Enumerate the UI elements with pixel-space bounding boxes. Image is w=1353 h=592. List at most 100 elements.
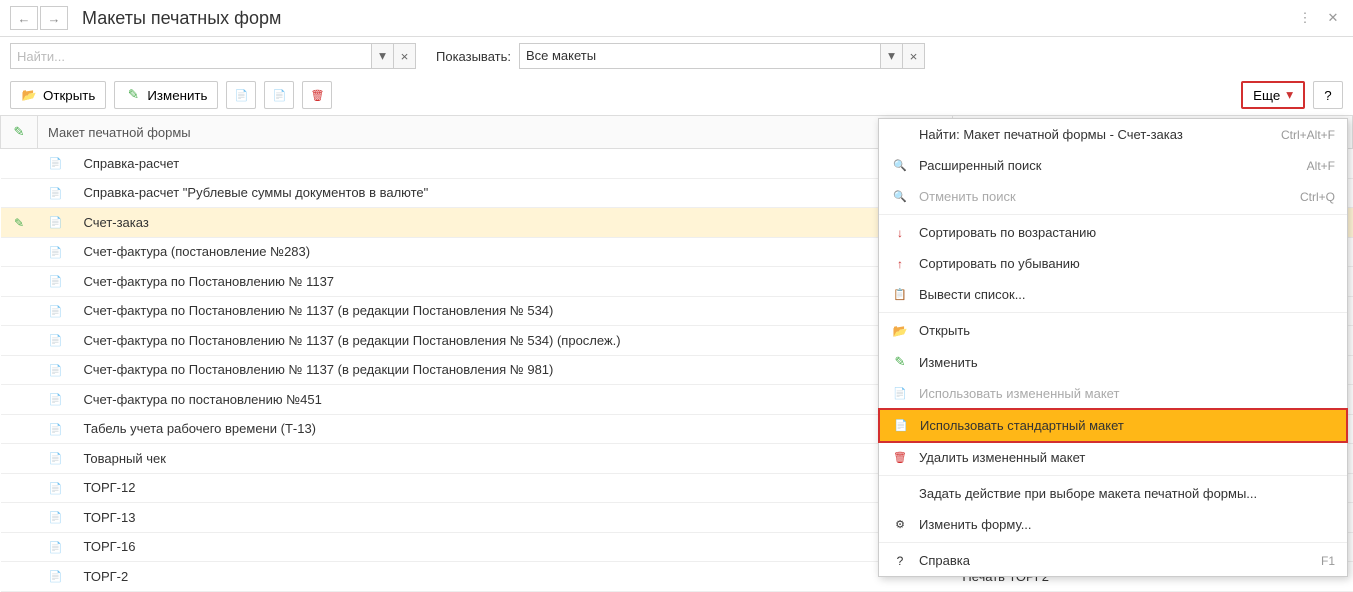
menu-delete-modified[interactable]: Удалить измененный макет (879, 442, 1347, 473)
row-doc-icon-cell (38, 267, 74, 297)
menu-output-list[interactable]: Вывести список... (879, 279, 1347, 310)
menu-use-standard[interactable]: Использовать стандартный макет (878, 408, 1348, 443)
header-bar: ← → Макеты печатных форм ⋮ ✕ (0, 0, 1353, 37)
row-doc-icon-cell (38, 444, 74, 474)
menu-use-modified: Использовать измененный макет (879, 378, 1347, 409)
menu-sort-asc[interactable]: Сортировать по возрастанию (879, 217, 1347, 248)
menu-edit[interactable]: Изменить (879, 346, 1347, 378)
use-standard-button[interactable] (264, 81, 294, 109)
search-cancel-icon (891, 190, 909, 203)
document-icon (48, 333, 64, 349)
row-doc-icon-cell (38, 237, 74, 267)
row-status-cell (1, 237, 38, 267)
row-name-cell: Счет-фактура (постановление №283) (74, 237, 953, 267)
search-dropdown-button[interactable]: ▾ (371, 44, 393, 68)
document-icon (48, 480, 64, 496)
row-status-cell (1, 355, 38, 385)
row-status-cell (1, 326, 38, 356)
help-icon (891, 554, 909, 568)
menu-advanced-search[interactable]: Расширенный поискAlt+F (879, 150, 1347, 181)
row-name-cell: Табель учета рабочего времени (Т-13) (74, 414, 953, 444)
row-status-cell (1, 267, 38, 297)
document-icon (48, 392, 64, 408)
row-doc-icon-cell (38, 326, 74, 356)
document-icon (48, 156, 64, 172)
delete-icon (309, 87, 325, 103)
form-icon (891, 518, 909, 531)
row-status-cell (1, 149, 38, 179)
document-icon (48, 215, 64, 231)
row-doc-icon-cell (38, 503, 74, 533)
show-dropdown-button[interactable]: ▾ (880, 44, 902, 68)
open-icon (891, 324, 909, 338)
row-doc-icon-cell (38, 473, 74, 503)
open-button[interactable]: Открыть (10, 81, 106, 109)
help-button[interactable]: ? (1313, 81, 1343, 109)
row-doc-icon-cell (38, 355, 74, 385)
close-icon[interactable]: ✕ (1323, 8, 1343, 28)
name-header[interactable]: Макет печатной формы (38, 116, 953, 149)
delete-modified-button[interactable] (302, 81, 332, 109)
search-input[interactable] (11, 44, 371, 68)
row-name-cell: ТОРГ-16 (74, 532, 953, 562)
menu-cancel-search: Отменить поискCtrl+Q (879, 181, 1347, 212)
row-status-cell (1, 385, 38, 415)
use-modified-icon (891, 387, 909, 400)
more-button[interactable]: Еще ▾ (1241, 81, 1305, 109)
row-status-cell (1, 473, 38, 503)
edit-column-icon (11, 124, 27, 140)
row-name-cell: Справка-расчет (74, 149, 953, 179)
show-select-value: Все макеты (520, 44, 880, 68)
page-title: Макеты печатных форм (82, 8, 1287, 29)
row-name-cell: Счет-фактура по Постановлению № 1137 (в … (74, 326, 953, 356)
search-icon (891, 159, 909, 172)
kebab-menu-icon[interactable]: ⋮ (1295, 8, 1315, 28)
row-doc-icon-cell (38, 385, 74, 415)
show-clear-button[interactable]: × (902, 44, 924, 68)
use-modified-button[interactable] (226, 81, 256, 109)
row-name-cell: Товарный чек (74, 444, 953, 474)
document-icon (48, 510, 64, 526)
edit-icon (125, 87, 141, 103)
menu-set-action[interactable]: Задать действие при выборе макета печатн… (879, 478, 1347, 509)
sort-desc-icon (891, 257, 909, 271)
menu-find[interactable]: Найти: Макет печатной формы - Счет-заказ… (879, 119, 1347, 150)
use-standard-icon (892, 419, 910, 432)
open-icon (21, 87, 37, 103)
row-doc-icon-cell (38, 178, 74, 208)
row-name-cell: Счет-фактура по постановлению №451 (74, 385, 953, 415)
row-name-cell: ТОРГ-13 (74, 503, 953, 533)
nav-forward-button[interactable]: → (40, 6, 68, 30)
show-select[interactable]: Все макеты ▾ × (519, 43, 925, 69)
row-doc-icon-cell (38, 532, 74, 562)
toolbar: Открыть Изменить Еще ▾ ? (0, 75, 1353, 115)
row-name-cell: ТОРГ-12 (74, 473, 953, 503)
document-icon (48, 539, 64, 555)
show-label: Показывать: (436, 49, 511, 64)
row-status-cell (1, 414, 38, 444)
row-status-cell (1, 296, 38, 326)
row-doc-icon-cell (38, 208, 74, 238)
use-standard-icon (271, 87, 287, 103)
edit-button[interactable]: Изменить (114, 81, 218, 109)
menu-change-form[interactable]: Изменить форму... (879, 509, 1347, 540)
search-clear-button[interactable]: × (393, 44, 415, 68)
document-icon (48, 303, 64, 319)
menu-help[interactable]: СправкаF1 (879, 545, 1347, 576)
use-modified-icon (233, 87, 249, 103)
document-icon (48, 185, 64, 201)
status-header[interactable] (1, 116, 38, 149)
sort-asc-icon (891, 226, 909, 240)
row-name-cell: Счет-фактура по Постановлению № 1137 (в … (74, 355, 953, 385)
row-doc-icon-cell (38, 414, 74, 444)
row-name-cell: Справка-расчет "Рублевые суммы документо… (74, 178, 953, 208)
search-box: ▾ × (10, 43, 416, 69)
row-status-cell (1, 503, 38, 533)
row-status-cell (1, 178, 38, 208)
edit-icon (891, 354, 909, 370)
row-doc-icon-cell (38, 296, 74, 326)
menu-sort-desc[interactable]: Сортировать по убыванию (879, 248, 1347, 279)
menu-open[interactable]: Открыть (879, 315, 1347, 346)
row-name-cell: Счет-фактура по Постановлению № 1137 (в … (74, 296, 953, 326)
nav-back-button[interactable]: ← (10, 6, 38, 30)
